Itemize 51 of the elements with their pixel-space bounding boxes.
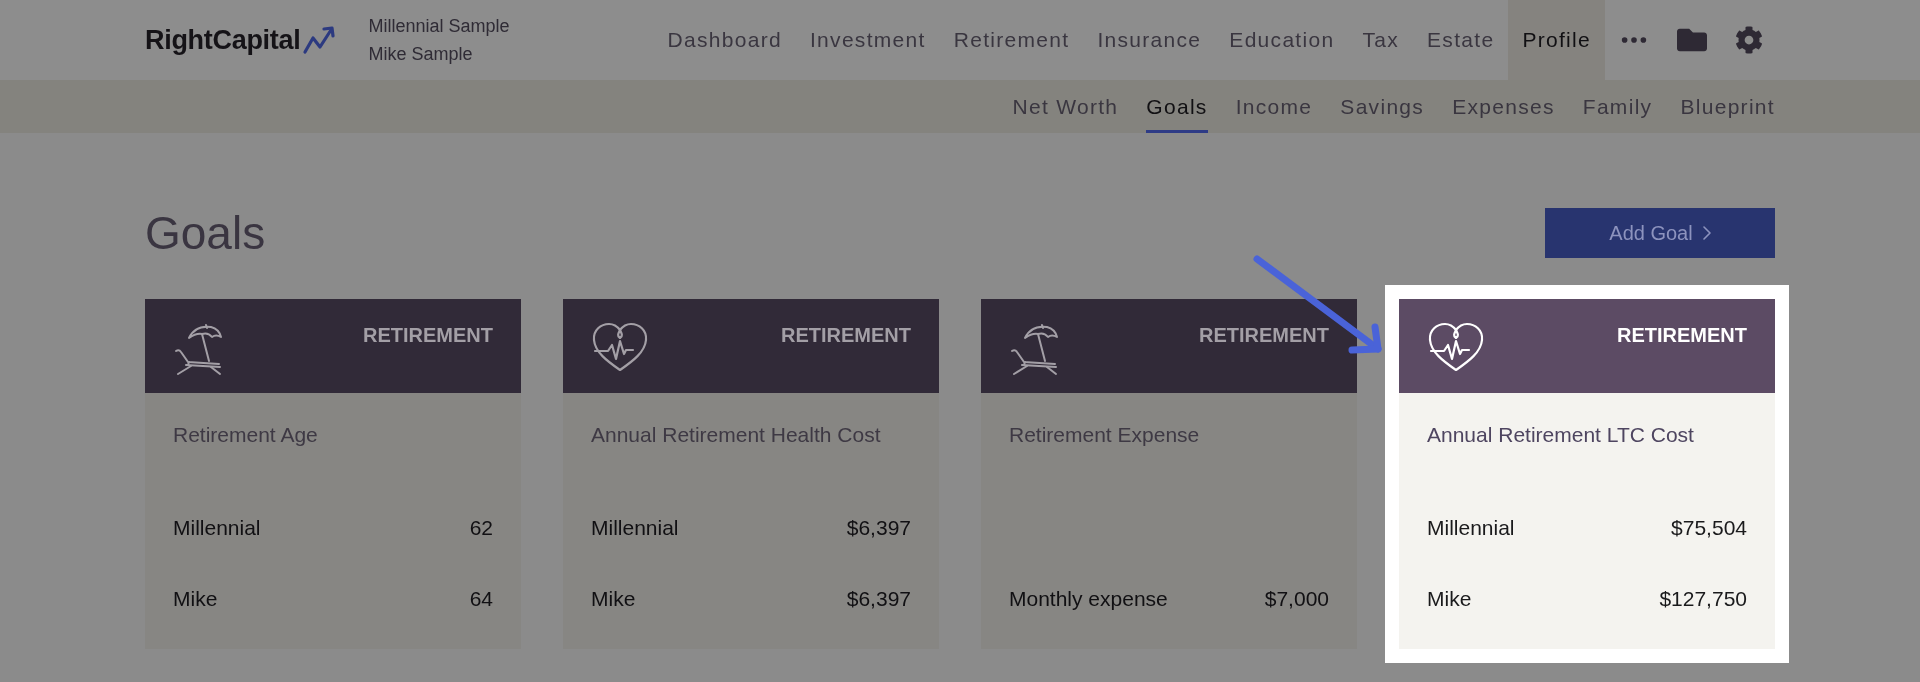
row-label: Mike [591,585,636,612]
row-label: Millennial [1427,514,1515,541]
row-value: $75,504 [1671,514,1747,541]
goal-title: Annual Retirement Health Cost [591,423,882,447]
row-value: 62 [469,514,493,541]
goal-category: RETIREMENT [781,323,911,348]
sub-nav-tab[interactable]: Savings [1340,80,1425,133]
row-value: $127,750 [1659,585,1747,612]
row-label: Mike [173,585,218,612]
goal-category: RETIREMENT [363,323,493,348]
goal-title: Retirement Expense [1009,423,1201,447]
logo-icon [302,25,337,55]
nav-tab[interactable]: Estate [1413,0,1509,80]
sub-nav-tab[interactable]: Goals [1146,80,1208,133]
goal-card[interactable]: RETIREMENT Annual Retirement LTC Cost Millennial $75,504 Mike $127,750 [1399,299,1775,649]
row-value: $7,000 [1264,585,1329,612]
heart-pulse-icon [1427,321,1485,373]
row-label: Millennial [591,514,679,541]
sub-nav-tab[interactable]: Income [1235,80,1313,133]
goal-title: Annual Retirement LTC Cost [1427,423,1695,447]
nav-tab[interactable]: Dashboard [653,0,796,80]
nav-tab[interactable]: Insurance [1083,0,1216,80]
goal-card[interactable]: RETIREMENT Retirement Age Millennial 62 Mike 64 [145,299,521,649]
nav-tab[interactable]: Investment [795,0,940,80]
sub-nav-tab[interactable]: Family [1582,80,1653,133]
row-label: Mike [1427,585,1472,612]
row-label: Monthly expense [1009,585,1168,612]
nav-tab[interactable]: Education [1215,0,1349,80]
sub-nav-tab[interactable]: Net Worth [1012,80,1119,133]
goal-card[interactable]: RETIREMENT Retirement Expense Monthly expense $7,000 [981,299,1357,649]
nav-tab[interactable]: Tax [1348,0,1414,80]
page-title: Goals [145,205,266,261]
goal-category: RETIREMENT [1617,323,1747,348]
settings-icon[interactable] [1735,26,1763,54]
heart-pulse-icon [591,321,649,373]
logo-text[interactable]: RightCapital [145,19,301,61]
sub-nav-tab[interactable]: Expenses [1452,80,1555,133]
goal-card[interactable]: RETIREMENT Annual Retirement Health Cost Millennial $6,397 Mike $6,397 [563,299,939,649]
row-value: $6,397 [846,585,911,612]
add-goal-button[interactable]: Add Goal [1545,208,1775,258]
goal-title: Retirement Age [173,423,319,447]
nav-tab[interactable]: Profile [1508,0,1605,80]
row-value: 64 [469,585,493,612]
row-value: $6,397 [846,514,911,541]
goal-category: RETIREMENT [1199,323,1329,348]
nav-tab[interactable]: Retirement [939,0,1084,80]
client-name: Mike Sample [368,43,474,66]
sub-nav-tab[interactable]: Blueprint [1680,80,1775,133]
client-name: Millennial Sample [368,15,510,38]
row-label: Millennial [173,514,261,541]
chevron-right-icon [1702,226,1711,240]
